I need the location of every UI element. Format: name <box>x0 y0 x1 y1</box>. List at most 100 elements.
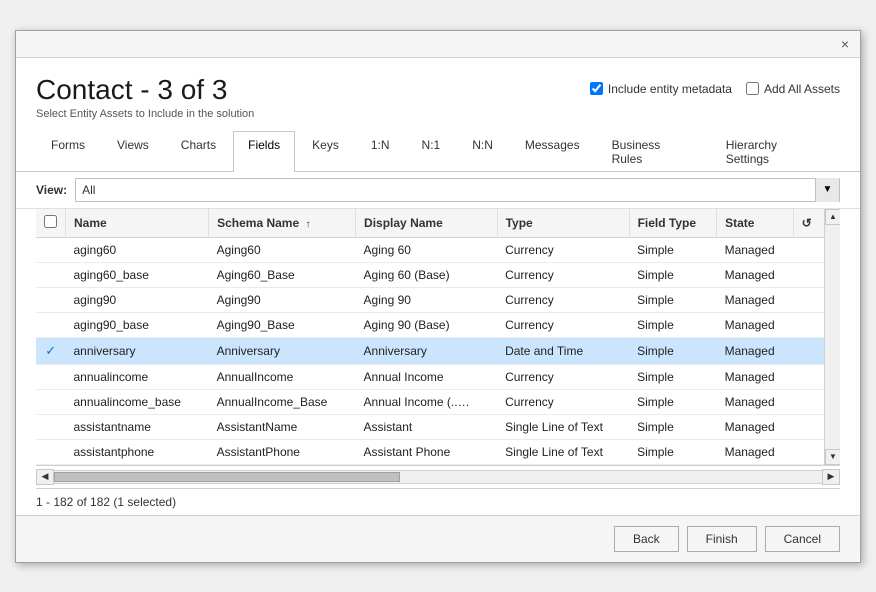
scrollbar-thumb[interactable] <box>54 472 400 482</box>
row-check-cell[interactable] <box>36 262 66 287</box>
row-check-cell[interactable] <box>36 439 66 464</box>
row-action <box>793 337 824 364</box>
row-name: aging90 <box>66 287 209 312</box>
table-row[interactable]: aging60Aging60Aging 60CurrencySimpleMana… <box>36 237 824 262</box>
row-state: Managed <box>717 237 794 262</box>
back-button[interactable]: Back <box>614 526 679 552</box>
view-select-arrow[interactable]: ▼ <box>815 178 839 202</box>
table-row[interactable]: annualincome_baseAnnualIncome_BaseAnnual… <box>36 389 824 414</box>
row-schema-name: Aging60_Base <box>209 262 356 287</box>
row-schema-name: AssistantName <box>209 414 356 439</box>
row-state: Managed <box>717 389 794 414</box>
row-name: anniversary <box>66 337 209 364</box>
toolbar: View: All ▼ <box>16 172 860 209</box>
row-display-name: Aging 60 (Base) <box>356 262 498 287</box>
scroll-right-button[interactable]: ▶ <box>822 469 840 485</box>
close-button[interactable]: × <box>836 35 854 53</box>
footer: Back Finish Cancel <box>16 515 860 562</box>
row-action <box>793 237 824 262</box>
tab-n-n[interactable]: N:N <box>457 131 508 172</box>
row-check-cell[interactable] <box>36 364 66 389</box>
row-check-cell[interactable] <box>36 237 66 262</box>
data-table: Name Schema Name ↑ Display Name Type Fie… <box>36 209 824 465</box>
header-right: Include entity metadata Add All Assets <box>590 74 840 96</box>
tab-business-rules[interactable]: Business Rules <box>597 131 709 172</box>
table-row[interactable]: assistantphoneAssistantPhoneAssistant Ph… <box>36 439 824 464</box>
col-state[interactable]: State <box>717 209 794 238</box>
dialog-subtitle: Select Entity Assets to Include in the s… <box>36 108 254 120</box>
view-select[interactable]: All ▼ <box>75 178 840 202</box>
cancel-button[interactable]: Cancel <box>765 526 840 552</box>
tab-n-1[interactable]: N:1 <box>407 131 456 172</box>
col-type[interactable]: Type <box>497 209 629 238</box>
table-row[interactable]: aging90Aging90Aging 90CurrencySimpleMana… <box>36 287 824 312</box>
row-state: Managed <box>717 439 794 464</box>
table-row[interactable]: aging90_baseAging90_BaseAging 90 (Base)C… <box>36 312 824 337</box>
row-check-cell[interactable] <box>36 414 66 439</box>
dialog-title: Contact - 3 of 3 <box>36 74 254 106</box>
row-field-type: Simple <box>629 237 716 262</box>
col-refresh[interactable]: ↺ <box>793 209 824 238</box>
row-name: annualincome_base <box>66 389 209 414</box>
row-type: Currency <box>497 389 629 414</box>
row-schema-name: Aging90 <box>209 287 356 312</box>
table-row[interactable]: aging60_baseAging60_BaseAging 60 (Base)C… <box>36 262 824 287</box>
row-type: Currency <box>497 262 629 287</box>
row-schema-name: AnnualIncome_Base <box>209 389 356 414</box>
row-field-type: Simple <box>629 312 716 337</box>
tab-1-n[interactable]: 1:N <box>356 131 405 172</box>
row-schema-name: AssistantPhone <box>209 439 356 464</box>
include-metadata-label[interactable]: Include entity metadata <box>590 82 732 96</box>
header-left: Contact - 3 of 3 Select Entity Assets to… <box>36 74 254 120</box>
tab-hierarchy-settings[interactable]: Hierarchy Settings <box>711 131 838 172</box>
add-all-assets-text: Add All Assets <box>764 82 840 96</box>
col-display-name[interactable]: Display Name <box>356 209 498 238</box>
col-name[interactable]: Name <box>66 209 209 238</box>
finish-button[interactable]: Finish <box>687 526 757 552</box>
scroll-up-button[interactable]: ▲ <box>825 209 840 225</box>
include-metadata-checkbox[interactable] <box>590 82 603 95</box>
include-metadata-text: Include entity metadata <box>608 82 732 96</box>
row-schema-name: Anniversary <box>209 337 356 364</box>
table-header-row: Name Schema Name ↑ Display Name Type Fie… <box>36 209 824 238</box>
row-check-cell[interactable]: ✓ <box>36 337 66 364</box>
scroll-down-button[interactable]: ▼ <box>825 449 840 465</box>
row-schema-name: AnnualIncome <box>209 364 356 389</box>
row-state: Managed <box>717 262 794 287</box>
row-check-cell[interactable] <box>36 312 66 337</box>
scrollbar-track[interactable] <box>54 470 822 484</box>
row-display-name: Aging 90 (Base) <box>356 312 498 337</box>
table-row[interactable]: annualincomeAnnualIncomeAnnual IncomeCur… <box>36 364 824 389</box>
col-field-type[interactable]: Field Type <box>629 209 716 238</box>
add-all-assets-label[interactable]: Add All Assets <box>746 82 840 96</box>
table-row[interactable]: assistantnameAssistantNameAssistantSingl… <box>36 414 824 439</box>
row-display-name: Assistant Phone <box>356 439 498 464</box>
row-display-name: Aging 60 <box>356 237 498 262</box>
tab-views[interactable]: Views <box>102 131 164 172</box>
tab-keys[interactable]: Keys <box>297 131 354 172</box>
row-display-name: Anniversary <box>356 337 498 364</box>
table-row[interactable]: ✓anniversaryAnniversaryAnniversaryDate a… <box>36 337 824 364</box>
tab-charts[interactable]: Charts <box>166 131 231 172</box>
row-type: Currency <box>497 312 629 337</box>
status-bar: 1 - 182 of 182 (1 selected) <box>16 489 860 515</box>
scroll-left-button[interactable]: ◀ <box>36 469 54 485</box>
row-check-cell[interactable] <box>36 389 66 414</box>
row-display-name: Assistant <box>356 414 498 439</box>
row-field-type: Simple <box>629 389 716 414</box>
add-all-assets-checkbox[interactable] <box>746 82 759 95</box>
horizontal-scrollbar: ◀ ▶ <box>36 465 840 489</box>
row-state: Managed <box>717 287 794 312</box>
col-check[interactable] <box>36 209 66 238</box>
tab-messages[interactable]: Messages <box>510 131 595 172</box>
tab-forms[interactable]: Forms <box>36 131 100 172</box>
row-field-type: Simple <box>629 287 716 312</box>
row-state: Managed <box>717 312 794 337</box>
col-schema-name[interactable]: Schema Name ↑ <box>209 209 356 238</box>
tab-fields[interactable]: Fields <box>233 131 295 172</box>
row-check-cell[interactable] <box>36 287 66 312</box>
table-with-scrollbar: Name Schema Name ↑ Display Name Type Fie… <box>36 209 840 465</box>
row-type: Date and Time <box>497 337 629 364</box>
select-all-checkbox[interactable] <box>44 215 57 228</box>
row-action <box>793 287 824 312</box>
